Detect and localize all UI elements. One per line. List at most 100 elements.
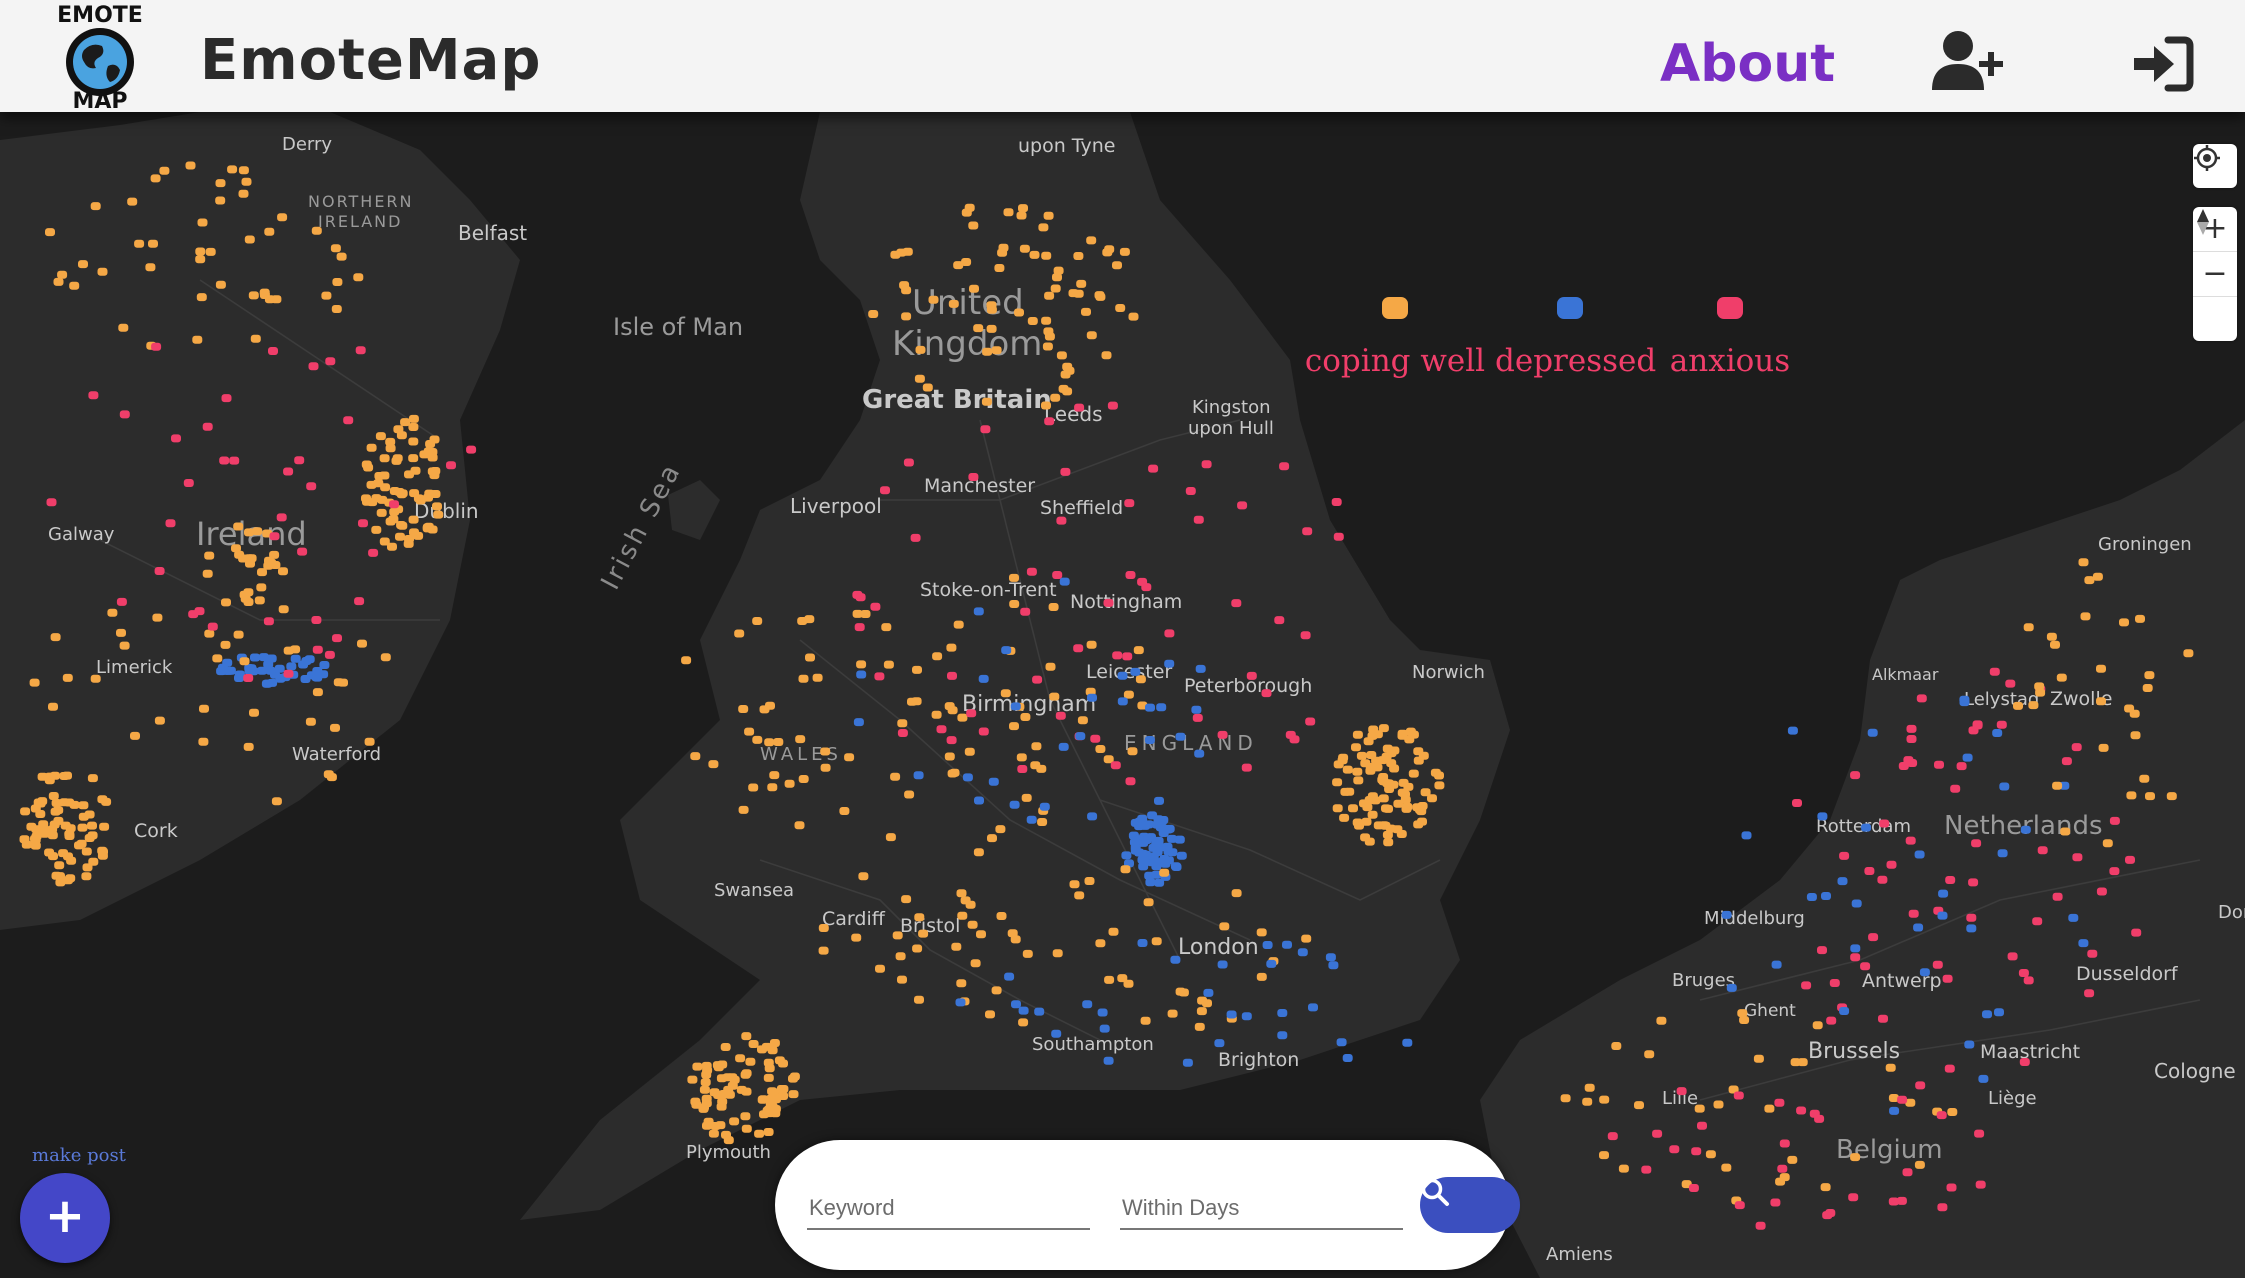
emotion-marker[interactable] <box>1383 838 1394 847</box>
emotion-marker[interactable] <box>84 810 95 819</box>
emotion-marker[interactable] <box>151 342 162 351</box>
emotion-marker[interactable] <box>1178 988 1189 997</box>
emotion-marker[interactable] <box>1787 1155 1798 1164</box>
emotion-marker[interactable] <box>951 942 962 951</box>
emotion-marker[interactable] <box>1099 1024 1110 1033</box>
emotion-marker[interactable] <box>1110 761 1121 770</box>
emotion-marker[interactable] <box>1115 304 1126 312</box>
emotion-marker[interactable] <box>986 301 997 310</box>
emotion-marker[interactable] <box>944 752 955 761</box>
emotion-marker[interactable] <box>712 1061 723 1070</box>
emotion-marker[interactable] <box>1219 922 1230 931</box>
emotion-marker[interactable] <box>748 783 759 792</box>
emotion-marker[interactable] <box>408 423 419 431</box>
emotion-marker[interactable] <box>1261 689 1272 698</box>
emotion-marker[interactable] <box>395 532 405 541</box>
emotion-marker[interactable] <box>277 213 288 222</box>
emotion-marker[interactable] <box>1721 1163 1732 1172</box>
emotion-marker[interactable] <box>130 731 140 740</box>
emotion-marker[interactable] <box>1372 763 1383 772</box>
emotion-marker[interactable] <box>1705 1150 1716 1159</box>
emotion-marker[interactable] <box>2109 867 2120 876</box>
emotion-marker[interactable] <box>78 801 89 810</box>
emotion-marker[interactable] <box>1332 804 1343 813</box>
emotion-marker[interactable] <box>1087 693 1097 702</box>
emotion-marker[interactable] <box>324 650 335 659</box>
emotion-marker[interactable] <box>1734 1201 1745 1210</box>
emotion-marker[interactable] <box>1037 818 1048 826</box>
emotion-marker[interactable] <box>220 666 231 675</box>
emotion-marker[interactable] <box>881 623 892 632</box>
emotion-marker[interactable] <box>1356 751 1367 760</box>
emotion-marker[interactable] <box>1328 961 1339 970</box>
emotion-marker[interactable] <box>855 593 866 602</box>
emotion-marker[interactable] <box>1050 393 1061 402</box>
emotion-marker[interactable] <box>2023 623 2034 632</box>
emotion-marker[interactable] <box>1196 1007 1207 1016</box>
emotion-marker[interactable] <box>1128 312 1139 321</box>
emotion-marker[interactable] <box>721 1130 731 1139</box>
emotion-marker[interactable] <box>1171 863 1182 871</box>
emotion-marker[interactable] <box>1004 972 1015 981</box>
emotion-marker[interactable] <box>2145 792 2155 801</box>
emotion-marker[interactable] <box>1282 940 1292 949</box>
emotion-marker[interactable] <box>1256 972 1267 981</box>
emotion-marker[interactable] <box>1031 742 1042 751</box>
emotion-marker[interactable] <box>1989 667 2000 676</box>
emotion-marker[interactable] <box>371 494 382 503</box>
emotion-marker[interactable] <box>1726 983 1737 992</box>
emotion-marker[interactable] <box>47 831 58 840</box>
emotion-marker[interactable] <box>914 995 924 1004</box>
user-plus-icon[interactable] <box>1930 28 2006 94</box>
emotion-marker[interactable] <box>1090 734 1101 743</box>
emotion-marker[interactable] <box>380 653 391 662</box>
emotion-marker[interactable] <box>1427 794 1437 803</box>
emotion-marker[interactable] <box>1120 865 1131 874</box>
emotion-marker[interactable] <box>308 362 319 371</box>
emotion-marker[interactable] <box>1001 646 1012 655</box>
emotion-marker[interactable] <box>1397 788 1408 797</box>
emotion-marker[interactable] <box>956 979 967 988</box>
emotion-marker[interactable] <box>1932 960 1943 969</box>
emotion-marker[interactable] <box>116 597 127 606</box>
emotion-marker[interactable] <box>239 657 250 666</box>
emotion-marker[interactable] <box>1814 1114 1825 1123</box>
emotion-marker[interactable] <box>1074 403 1085 412</box>
emotion-marker[interactable] <box>890 772 901 781</box>
emotion-marker[interactable] <box>312 688 323 697</box>
emotion-marker[interactable] <box>204 551 215 560</box>
keyword-input[interactable] <box>807 1188 1094 1228</box>
emotion-marker[interactable] <box>183 479 194 487</box>
emotion-marker[interactable] <box>1084 877 1095 885</box>
emotion-marker[interactable] <box>1147 811 1158 820</box>
emotion-marker[interactable] <box>798 674 809 683</box>
emotion-marker[interactable] <box>1382 744 1393 753</box>
emotion-marker[interactable] <box>194 607 205 616</box>
emotion-marker[interactable] <box>1193 515 1204 524</box>
emotion-marker[interactable] <box>192 335 203 344</box>
emotion-marker[interactable] <box>1010 702 1021 711</box>
emotion-marker[interactable] <box>1697 1121 1707 1130</box>
emotion-marker[interactable] <box>1019 244 1030 253</box>
emotion-marker[interactable] <box>127 197 138 206</box>
emotion-marker[interactable] <box>1060 467 1071 476</box>
emotion-marker[interactable] <box>1231 889 1242 898</box>
emotion-marker[interactable] <box>1434 771 1444 780</box>
emotion-marker[interactable] <box>29 678 40 687</box>
emotion-marker[interactable] <box>913 771 924 780</box>
emotion-marker[interactable] <box>1997 849 2008 858</box>
emotion-marker[interactable] <box>978 727 989 736</box>
emotion-marker[interactable] <box>171 434 181 443</box>
emotion-marker[interactable] <box>278 567 288 576</box>
emotion-marker[interactable] <box>1903 756 1914 765</box>
emotion-marker[interactable] <box>396 431 407 440</box>
emotion-marker[interactable] <box>1073 252 1084 260</box>
emotion-marker[interactable] <box>716 1102 727 1111</box>
emotion-marker[interactable] <box>1151 862 1162 871</box>
emotion-marker[interactable] <box>1077 716 1088 725</box>
emotion-marker[interactable] <box>415 496 426 505</box>
emotion-marker[interactable] <box>1262 941 1273 949</box>
emotion-marker[interactable] <box>269 532 280 541</box>
emotion-marker[interactable] <box>380 483 391 492</box>
emotion-marker[interactable] <box>715 1121 726 1130</box>
